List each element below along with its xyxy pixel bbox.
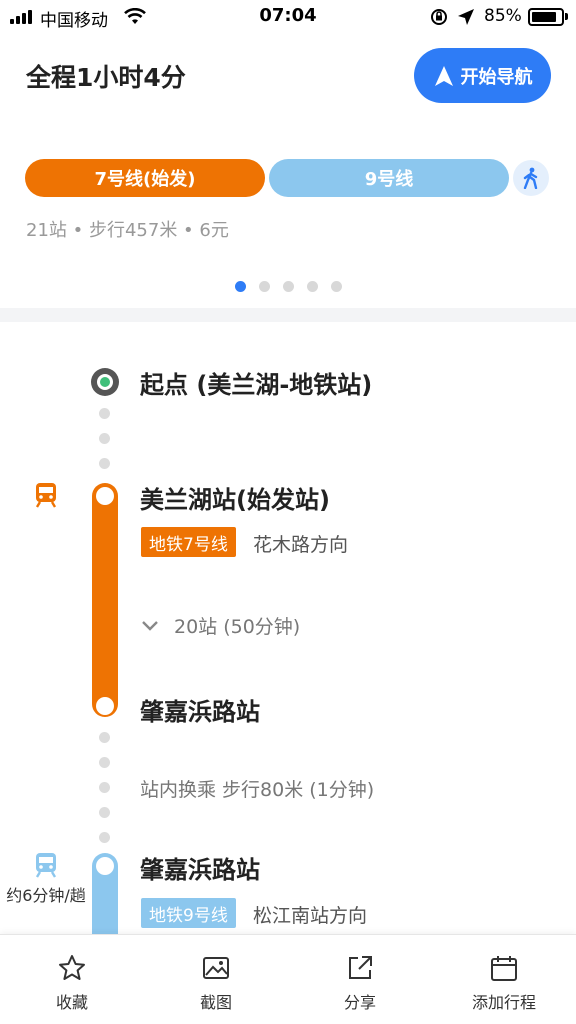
segment-line-9[interactable]: 9号线	[269, 159, 509, 197]
segment-line-7[interactable]: 7号线(始发)	[25, 159, 265, 197]
battery-percent: 85%	[484, 6, 522, 26]
stop-marker	[96, 857, 114, 875]
transfer-dot	[99, 782, 110, 793]
star-icon	[59, 955, 85, 980]
trip-duration-title: 全程1小时4分	[26, 63, 186, 92]
transfer-dot	[99, 832, 110, 843]
transfer-dot	[99, 757, 110, 768]
stop-marker	[96, 487, 114, 505]
add-itinerary-button[interactable]: 添加行程	[432, 935, 576, 1024]
transfer-info: 站内换乘 步行80米 (1分钟)	[140, 779, 375, 801]
line-7-direction: 花木路方向	[253, 534, 349, 556]
calendar-icon	[491, 956, 517, 981]
transfer-station-name[interactable]: 肇嘉浜路站	[140, 692, 260, 727]
pager-dot[interactable]	[258, 281, 270, 292]
screenshot-button[interactable]: 截图	[144, 935, 288, 1024]
battery-cap	[565, 13, 568, 20]
battery-icon	[528, 8, 564, 26]
line-9-direction: 松江南站方向	[253, 905, 368, 927]
metro-train-icon	[35, 853, 57, 878]
pager-dot[interactable]	[306, 281, 318, 292]
status-bar: 中国移动 07:04 85%	[0, 0, 576, 34]
line-9-tag: 地铁9号线	[141, 898, 236, 928]
stops-count: 20站 (50分钟)	[174, 616, 301, 638]
pager-dot[interactable]	[234, 281, 246, 292]
pager-dot[interactable]	[282, 281, 294, 292]
walk-dot	[99, 433, 110, 444]
favorite-label: 收藏	[55, 993, 88, 1012]
image-icon	[203, 957, 229, 979]
add-itinerary-label: 添加行程	[471, 993, 536, 1012]
route-summary: 21站 • 步行457米 • 6元	[26, 220, 229, 241]
screenshot-label: 截图	[199, 993, 232, 1012]
start-navigation-label: 开始导航	[460, 66, 533, 88]
train-frequency: 约6分钟/趟	[6, 886, 86, 905]
route-detail-page: 中国移动 07:04 85% 全程1小时4分 开始导航 7号线(始发) 9号线	[0, 0, 576, 1024]
location-arrow-icon	[458, 9, 474, 25]
share-label: 分享	[343, 993, 376, 1012]
plan-pager[interactable]	[0, 281, 576, 292]
chevron-down-icon	[142, 620, 158, 631]
transfer-dot	[99, 732, 110, 743]
line-9-station-name[interactable]: 肇嘉浜路站	[140, 850, 260, 885]
pager-dot[interactable]	[330, 281, 342, 292]
section-divider	[0, 308, 576, 322]
favorite-button[interactable]: 收藏	[0, 935, 144, 1024]
walk-segment-button[interactable]	[513, 160, 549, 196]
expand-stops-toggle[interactable]: 20站 (50分钟)	[140, 612, 300, 639]
line-7-track	[92, 483, 118, 717]
navigation-arrow-icon	[434, 65, 453, 86]
share-icon	[349, 956, 372, 979]
start-navigation-button[interactable]: 开始导航	[414, 48, 551, 103]
bottom-toolbar: 收藏 截图 分享 添加行程	[0, 934, 576, 1024]
walking-person-icon	[523, 167, 538, 189]
orientation-lock-icon	[431, 9, 447, 25]
transfer-dot	[99, 807, 110, 818]
stop-marker	[96, 697, 114, 715]
walk-dot	[99, 458, 110, 469]
share-button[interactable]: 分享	[288, 935, 432, 1024]
metro-train-icon	[35, 483, 57, 508]
line-7-tag: 地铁7号线	[141, 527, 236, 557]
origin-marker-core	[100, 377, 110, 387]
walk-dot	[99, 408, 110, 419]
boarding-station-name[interactable]: 美兰湖站(始发站)	[140, 480, 330, 515]
origin-label: 起点 (美兰湖-地铁站)	[140, 371, 373, 399]
